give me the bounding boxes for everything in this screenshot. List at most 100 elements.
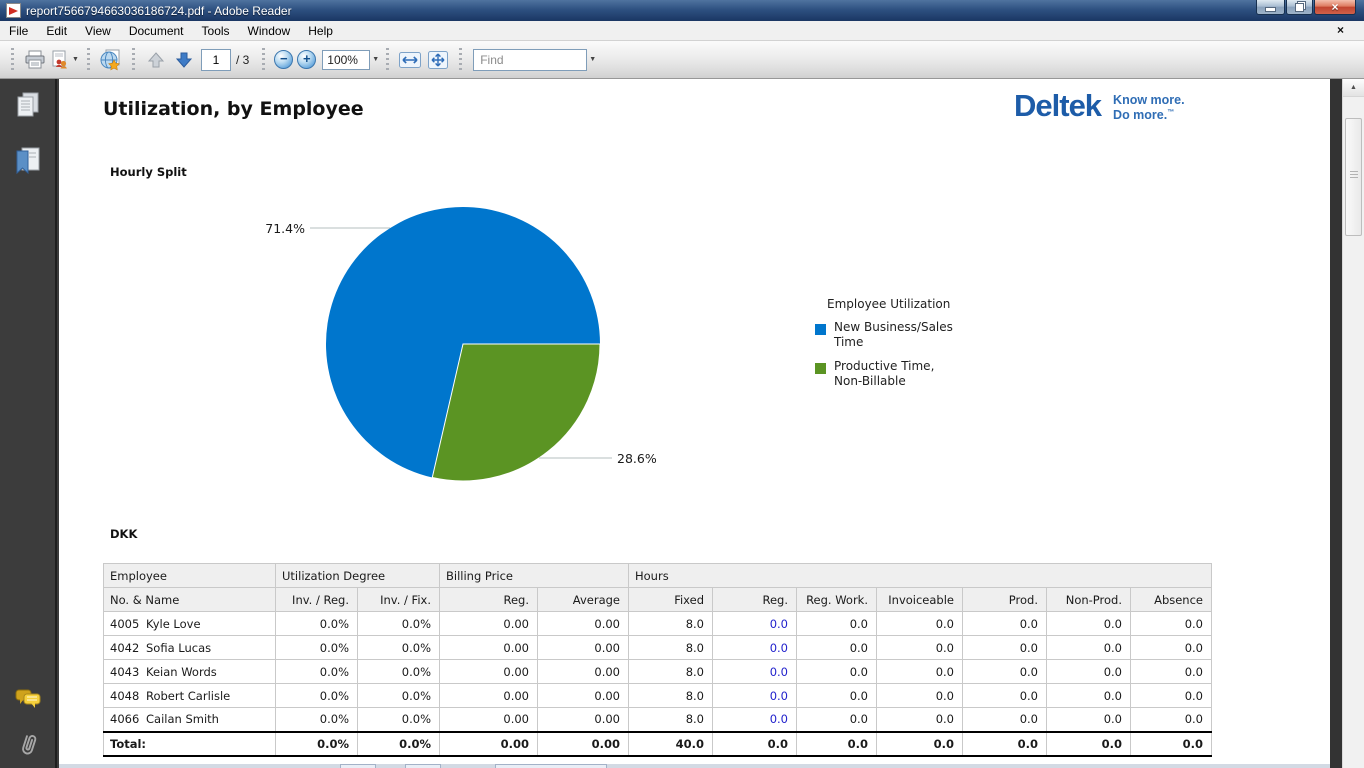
- attachments-panel-button[interactable]: [13, 731, 43, 766]
- table-column-header-row: No. & NameInv. / Reg.Inv. / Fix.Reg.Aver…: [104, 588, 1212, 612]
- zoom-caret-icon[interactable]: ▼: [372, 56, 379, 63]
- pie-label-28: 28.6%: [617, 451, 657, 466]
- navigation-panel: [0, 79, 57, 768]
- reg-hours-link[interactable]: 0.0: [713, 684, 797, 708]
- value-cell: 0.0: [1131, 636, 1212, 660]
- utilization-table: EmployeeUtilization DegreeBilling PriceH…: [103, 563, 1212, 757]
- value-cell: 0.0%: [276, 612, 358, 636]
- scroll-up-icon: ▲: [1350, 84, 1357, 91]
- reg-hours-link[interactable]: 0.0: [713, 636, 797, 660]
- employee-cell: 4043Keian Words: [104, 660, 276, 684]
- zoom-level-select[interactable]: 100%: [322, 50, 370, 70]
- window-title: report7566794663036186724.pdf - Adobe Re…: [26, 4, 292, 18]
- legend-item: New Business/SalesTime: [815, 320, 1025, 350]
- scrollbar-thumb[interactable]: [1345, 118, 1362, 236]
- fit-width-button[interactable]: [397, 46, 423, 74]
- value-cell: 8.0: [629, 636, 713, 660]
- toolbar-separator: [11, 48, 14, 72]
- pages-icon: [13, 91, 43, 119]
- value-cell: 0.0: [797, 636, 877, 660]
- find-input[interactable]: [473, 49, 587, 71]
- pdf-file-icon: [6, 3, 21, 18]
- column-header: Absence: [1131, 588, 1212, 612]
- column-header: Fixed: [629, 588, 713, 612]
- total-label: Total:: [104, 732, 276, 756]
- floating-bar-button[interactable]: [495, 764, 607, 768]
- total-value-cell: 0.0: [963, 732, 1047, 756]
- employee-number: 4042: [110, 641, 146, 655]
- vertical-scrollbar[interactable]: ▲: [1342, 79, 1364, 768]
- value-cell: 0.0%: [358, 708, 440, 732]
- menu-item-help[interactable]: Help: [299, 22, 342, 40]
- employee-number: 4066: [110, 712, 146, 726]
- close-icon: ×: [1331, 1, 1338, 13]
- menu-item-view[interactable]: View: [76, 22, 120, 40]
- value-cell: 0.0: [877, 636, 963, 660]
- tagline-line1: Know more.: [1113, 93, 1185, 107]
- value-cell: 0.0: [1131, 660, 1212, 684]
- next-page-button[interactable]: [171, 46, 197, 74]
- zoom-out-button[interactable]: −: [274, 50, 293, 69]
- value-cell: 0.0: [797, 612, 877, 636]
- comments-panel-button[interactable]: [13, 687, 43, 720]
- fit-width-icon: [398, 50, 422, 70]
- print-button[interactable]: [22, 46, 48, 74]
- column-header: Prod.: [963, 588, 1047, 612]
- menu-item-edit[interactable]: Edit: [37, 22, 76, 40]
- page-number-input[interactable]: [201, 49, 231, 71]
- toolbar-separator: [459, 48, 462, 72]
- toolbar-separator: [262, 48, 265, 72]
- value-cell: 0.00: [538, 636, 629, 660]
- menu-item-file[interactable]: File: [0, 22, 37, 40]
- value-cell: 0.00: [440, 636, 538, 660]
- share-button[interactable]: ▼: [50, 46, 79, 74]
- column-header: No. & Name: [104, 588, 276, 612]
- menu-item-document[interactable]: Document: [120, 22, 193, 40]
- acrobat-online-icon: [99, 49, 122, 71]
- value-cell: 8.0: [629, 612, 713, 636]
- value-cell: 0.0: [1047, 636, 1131, 660]
- reg-hours-link[interactable]: 0.0: [713, 660, 797, 684]
- column-header: Reg.: [713, 588, 797, 612]
- bookmarks-panel-button[interactable]: [13, 146, 43, 183]
- document-area: Utilization, by Employee Deltek Know mor…: [0, 79, 1364, 768]
- zoom-in-button[interactable]: +: [297, 50, 316, 69]
- value-cell: 0.0: [1047, 660, 1131, 684]
- fit-page-button[interactable]: [425, 46, 451, 74]
- employee-name: Kyle Love: [146, 617, 201, 631]
- employee-cell: 4005Kyle Love: [104, 612, 276, 636]
- value-cell: 8.0: [629, 708, 713, 732]
- legend-swatch-icon: [815, 363, 826, 374]
- value-cell: 0.0: [1047, 684, 1131, 708]
- value-cell: 0.0: [797, 708, 877, 732]
- menu-item-window[interactable]: Window: [239, 22, 300, 40]
- chart-section-title: Hourly Split: [110, 165, 187, 179]
- close-button[interactable]: ×: [1314, 0, 1356, 15]
- floating-bar-button[interactable]: [340, 764, 376, 768]
- menu-item-tools[interactable]: Tools: [193, 22, 239, 40]
- pages-panel-button[interactable]: [13, 91, 43, 124]
- restore-button[interactable]: [1286, 0, 1313, 15]
- group-header-employee: Employee: [104, 564, 276, 588]
- toolbar-separator: [386, 48, 389, 72]
- table-row: 4043Keian Words0.0%0.0%0.000.008.00.00.0…: [104, 660, 1212, 684]
- utilization-table-wrap: EmployeeUtilization DegreeBilling PriceH…: [103, 563, 1212, 757]
- reg-hours-link[interactable]: 0.0: [713, 708, 797, 732]
- value-cell: 0.0%: [358, 660, 440, 684]
- menubar-close-icon[interactable]: ×: [1337, 23, 1344, 37]
- fit-page-icon: [426, 50, 450, 70]
- employee-number: 4005: [110, 617, 146, 631]
- floating-bar-button[interactable]: [405, 764, 441, 768]
- value-cell: 0.0: [963, 684, 1047, 708]
- acrobat-online-button[interactable]: [98, 46, 124, 74]
- minimize-icon: [1265, 7, 1276, 12]
- reg-hours-link[interactable]: 0.0: [713, 612, 797, 636]
- minimize-button[interactable]: [1256, 0, 1285, 15]
- scroll-up-button[interactable]: ▲: [1343, 79, 1364, 97]
- previous-page-button[interactable]: [143, 46, 169, 74]
- find-caret-icon[interactable]: ▼: [589, 56, 596, 63]
- hourly-split-pie-chart: 71.4%28.6%: [250, 200, 680, 490]
- column-header: Reg. Work.: [797, 588, 877, 612]
- currency-label: DKK: [110, 527, 137, 541]
- previous-page-icon: [147, 52, 165, 68]
